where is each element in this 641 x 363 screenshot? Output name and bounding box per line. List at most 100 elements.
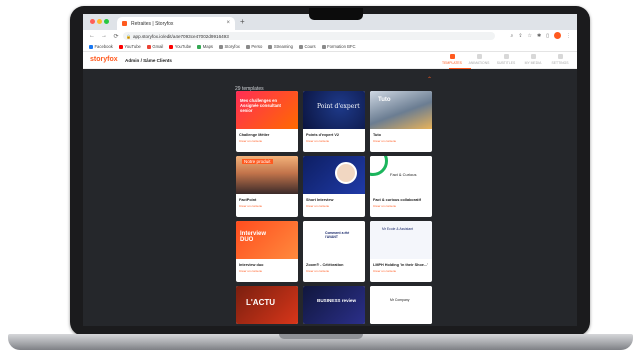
template-card[interactable]: Mes challenges en Assignée consultant se…: [236, 91, 298, 152]
template-card[interactable]: Notre produit FactPoint Créer un contenu: [236, 156, 298, 217]
bookmark-label: Storyfox: [224, 44, 240, 49]
template-thumbnail: Comment a été l'AVANT: [303, 221, 365, 259]
storyfox-logo[interactable]: storyfox: [90, 56, 118, 63]
bookmark-item[interactable]: Perso: [245, 44, 262, 49]
create-content-link[interactable]: Créer un contenu: [303, 267, 365, 273]
chevron-up-icon[interactable]: ⌃: [427, 76, 432, 83]
bookmark-item[interactable]: Formation BFC: [321, 44, 356, 49]
bookmark-item[interactable]: Cours: [298, 44, 316, 49]
template-thumbnail-text: Mr Company: [390, 298, 410, 302]
zoom-icon[interactable]: ⌕: [511, 33, 514, 39]
minimize-window-icon[interactable]: [97, 19, 102, 24]
nav-item-label: MY MEDIA: [524, 61, 542, 65]
template-thumbnail-text: Point d'expert: [317, 103, 360, 110]
browser-toolbar: ← → ⟳ 🔒 app.storyfox.io/edit/a4e7093ce47…: [83, 30, 577, 42]
template-thumbnail: Tuto: [370, 91, 432, 129]
bookmark-star-icon[interactable]: ☆: [528, 33, 532, 39]
bookmark-item[interactable]: YouTube: [169, 44, 191, 49]
nav-item-templates[interactable]: TEMPLATES: [441, 54, 463, 65]
template-thumbnail: Fact & Curious: [370, 156, 432, 194]
menu-icon[interactable]: ⋮: [566, 33, 571, 39]
maximize-window-icon[interactable]: [104, 19, 109, 24]
create-content-link[interactable]: Créer un contenu: [370, 202, 432, 208]
bookmark-favicon-icon: [89, 44, 93, 49]
template-thumbnail-text: Comment a été l'AVANT: [325, 231, 350, 239]
sidebar-icon[interactable]: ▯: [546, 33, 549, 39]
template-card[interactable]: Tuto Tuto Créer un contenu: [370, 91, 432, 152]
profile-avatar[interactable]: [554, 32, 561, 39]
nav-item-icon: [557, 54, 563, 59]
template-card[interactable]: Comment a été l'AVANT Zoom® - Célébration…: [303, 221, 365, 282]
template-card[interactable]: Point d'expert Points d'expert V2 Créer un…: [303, 91, 365, 152]
nav-item-label: SETTINGS: [551, 61, 569, 65]
template-title: Interview duo: [239, 263, 264, 267]
template-card[interactable]: L'ACTU: [236, 286, 298, 324]
nav-item-animations[interactable]: ANIMATIONS: [468, 54, 490, 65]
nav-item-subtitles[interactable]: SUBTITLES: [495, 54, 517, 65]
create-content-link[interactable]: Créer un contenu: [236, 137, 298, 143]
template-thumbnail: [303, 156, 365, 194]
bookmark-favicon-icon: [169, 44, 174, 49]
new-tab-button[interactable]: +: [240, 17, 245, 26]
bookmarks-bar: Facebook YouTube Gmail YouTube Maps Storyfox P…: [83, 42, 577, 52]
template-thumbnail-text: Notre produit: [242, 159, 273, 164]
templates-section-header[interactable]: 29 templates ⌃: [235, 76, 432, 92]
lock-icon: 🔒: [126, 33, 131, 39]
bookmark-label: Cours: [304, 44, 316, 49]
bookmark-item[interactable]: Storyfox: [219, 44, 240, 49]
create-content-link[interactable]: Créer un contenu: [236, 267, 298, 273]
nav-item-my-media[interactable]: MY MEDIA: [522, 54, 544, 65]
template-card[interactable]: Fact & Curious Fact & curious collaborati…: [370, 156, 432, 217]
template-card[interactable]: Mr Ecole & Assistant LMPH Holding 'in the…: [370, 221, 432, 282]
reload-icon[interactable]: ⟳: [113, 33, 119, 40]
create-content-link[interactable]: Créer un contenu: [370, 137, 432, 143]
create-content-link[interactable]: Créer un contenu: [370, 267, 432, 273]
template-card[interactable]: Mr Company: [370, 286, 432, 324]
close-tab-icon[interactable]: ×: [226, 20, 230, 26]
template-thumbnail-text: Mes challenges en Assignée consultant se…: [240, 98, 281, 114]
nav-item-icon: [449, 54, 455, 59]
template-title: FactPoint: [239, 198, 257, 202]
bookmark-item[interactable]: Maps: [197, 44, 213, 49]
create-content-link[interactable]: Créer un contenu: [303, 202, 365, 208]
bookmark-favicon-icon: [118, 44, 123, 49]
bookmark-item[interactable]: Gmail: [146, 44, 164, 49]
bookmark-item[interactable]: Streaming: [268, 44, 293, 49]
decorative-circle: [370, 156, 388, 176]
bookmark-favicon-icon: [268, 44, 273, 49]
template-title: Zoom® - Célébration: [306, 263, 344, 267]
app-header: storyfox Admin / Sâme Clients TEMPLATES A…: [83, 52, 577, 69]
bookmark-item[interactable]: YouTube: [118, 44, 141, 49]
browser-extensions: ⌕ ⇪ ☆ ✱ ▯ ⋮: [511, 32, 571, 39]
share-icon[interactable]: ⇪: [518, 33, 522, 39]
template-card[interactable]: BUSINESS review: [303, 286, 365, 324]
bookmark-favicon-icon: [219, 44, 224, 49]
nav-item-icon: [503, 54, 509, 59]
bookmark-label: Facebook: [94, 44, 113, 49]
laptop-screen: Retraites | Storyfox × + ← → ⟳ 🔒 app.sto…: [83, 14, 577, 326]
nav-item-icon: [530, 54, 536, 59]
nav-item-settings[interactable]: SETTINGS: [549, 54, 571, 65]
close-window-icon[interactable]: [90, 19, 95, 24]
create-content-link[interactable]: Créer un contenu: [236, 202, 298, 208]
bookmark-favicon-icon: [321, 44, 326, 49]
bookmark-item[interactable]: Facebook: [89, 44, 113, 49]
create-content-link[interactable]: Créer un contenu: [303, 137, 365, 143]
browser-tab-title: Retraites | Storyfox: [131, 21, 174, 27]
url-text: app.storyfox.io/edit/a4e7093ce47002d9916…: [133, 33, 229, 39]
browser-tab[interactable]: Retraites | Storyfox ×: [117, 17, 235, 30]
template-thumbnail: Mr Company: [370, 286, 432, 324]
template-thumbnail: Interview DUO: [236, 221, 298, 259]
extensions-icon[interactable]: ✱: [537, 33, 541, 39]
bookmark-favicon-icon: [197, 44, 202, 49]
bookmark-label: Gmail: [152, 44, 164, 49]
nav-item-label: ANIMATIONS: [468, 61, 490, 65]
nav-item-icon: [476, 54, 482, 59]
template-thumbnail-text: Interview DUO: [240, 231, 267, 243]
address-bar[interactable]: 🔒 app.storyfox.io/edit/a4e7093ce47002d99…: [123, 32, 495, 40]
template-title: Tuto: [373, 133, 381, 137]
template-card[interactable]: Short Interview Créer un contenu: [303, 156, 365, 217]
template-card[interactable]: Interview DUO Interview duo Créer un conte…: [236, 221, 298, 282]
back-icon[interactable]: ←: [89, 33, 95, 39]
forward-icon[interactable]: →: [101, 33, 107, 39]
